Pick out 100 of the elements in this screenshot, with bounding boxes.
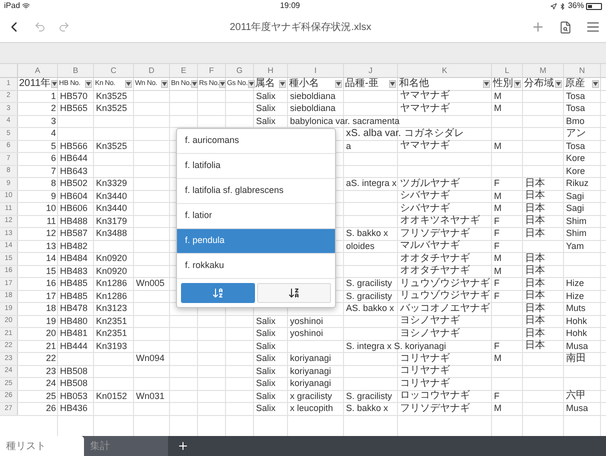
filter-dropdown-icon[interactable] xyxy=(125,80,132,88)
cell-text: コリヤナギ xyxy=(400,354,450,364)
cell-text: Bmo xyxy=(566,116,585,126)
filter-option[interactable]: f. pendula xyxy=(177,229,335,254)
cell-text: F xyxy=(494,392,500,401)
wifi-icon xyxy=(22,2,30,10)
filter-dropdown-icon[interactable] xyxy=(514,80,521,88)
battery-percentage: 36% xyxy=(568,0,584,12)
cell-text: 7 xyxy=(50,166,56,176)
filter-dropdown-icon[interactable] xyxy=(279,80,286,88)
cell-text: 25 xyxy=(46,392,56,401)
filter-dropdown-icon[interactable] xyxy=(389,80,396,88)
add-sheet-icon[interactable] xyxy=(177,440,189,452)
cell-text: HB502 xyxy=(60,179,88,188)
cell-text: HB565 xyxy=(60,104,88,114)
add-icon[interactable] xyxy=(531,20,545,34)
filter-dropdown-icon[interactable] xyxy=(483,80,490,88)
cell-text: リュウゾウジヤナギ xyxy=(400,278,490,289)
cell-text: 日本 xyxy=(525,328,545,339)
column-letter: E xyxy=(180,64,186,76)
cell-text: F xyxy=(494,179,500,188)
column-letter: K xyxy=(442,64,448,76)
cell-text: Musa xyxy=(566,342,588,351)
filter-dropdown-icon[interactable] xyxy=(592,80,599,88)
cell-text: AS. bakko x xyxy=(346,304,394,314)
cell-text: HB570 xyxy=(60,92,88,101)
cell-text: 3 xyxy=(50,116,56,126)
cell-text: 日本 xyxy=(525,216,545,226)
cell-text: Rikuz xyxy=(566,179,589,188)
cell-text: HB643 xyxy=(60,166,88,176)
cell-text: 日本 xyxy=(525,191,545,202)
cell-text: Kn2351 xyxy=(96,329,128,338)
cell-text: オオタチヤナギ xyxy=(400,266,470,276)
filter-dropdown-icon[interactable] xyxy=(50,80,58,88)
filter-dropdown-icon[interactable] xyxy=(555,80,562,88)
sheet-tab[interactable]: 種リスト xyxy=(0,436,84,456)
cell-text: HB488 xyxy=(60,216,88,226)
cell-text: 11 xyxy=(46,216,56,226)
cell-text: 20 xyxy=(46,329,56,338)
cell-text: ツガルヤナギ xyxy=(400,178,460,189)
cell-text: HB508 xyxy=(60,366,88,376)
document-search-icon[interactable] xyxy=(559,20,572,34)
cell-text: 日本 xyxy=(525,228,545,239)
cell-text: 22 xyxy=(46,354,56,364)
cell-text: 17 xyxy=(46,292,56,301)
filter-option[interactable]: f. rokkaku xyxy=(177,254,335,279)
cell-text: Salix xyxy=(256,379,276,388)
filter-dropdown-icon[interactable] xyxy=(85,80,92,88)
cell-text: ヤマヤナギ xyxy=(400,91,450,102)
cell-text: HB566 xyxy=(60,142,88,151)
filter-dropdown-icon[interactable] xyxy=(191,80,198,88)
cell-text: マルバヤナギ xyxy=(400,241,460,252)
filter-dropdown-icon[interactable] xyxy=(219,80,226,88)
cell-text: 日本 xyxy=(525,204,545,214)
cell-text: Wn031 xyxy=(136,392,165,401)
cell-text: Tosa xyxy=(566,92,586,101)
sort-button[interactable] xyxy=(181,283,255,303)
cell-text: M xyxy=(494,266,502,276)
filter-option[interactable]: f. latifolia sf. glabrescens xyxy=(177,179,335,204)
cell-text: 21 xyxy=(46,342,56,351)
filter-option[interactable]: f. auricomans xyxy=(177,129,335,154)
cell-text: Kn3193 xyxy=(96,342,128,351)
cell-text: Sagi xyxy=(566,192,584,201)
filter-dropdown-icon[interactable] xyxy=(161,80,168,88)
cell-text: HB606 xyxy=(60,204,88,214)
cell-text: HB485 xyxy=(60,292,88,301)
cell-text: Kn3329 xyxy=(96,179,128,188)
header-cell-text: 分布域 xyxy=(524,78,554,89)
cell-text: フリソデヤナギ xyxy=(400,228,470,239)
cell-text: HB444 xyxy=(60,342,88,351)
cell-text: Kn2351 xyxy=(96,316,128,326)
cell-text: HB436 xyxy=(60,404,88,414)
column-letter: H xyxy=(268,64,274,76)
cell-text: 15 xyxy=(46,266,56,276)
cell-text: Salix xyxy=(256,392,276,401)
cell-text: Kn3123 xyxy=(96,304,128,314)
cell-text: F xyxy=(494,229,500,238)
header-cell-text: 属名 xyxy=(255,78,275,89)
cell-text: x leucopith xyxy=(290,404,334,414)
cell-text: Shim xyxy=(566,216,587,226)
cell-text: M xyxy=(494,142,502,151)
filter-dropdown-icon[interactable] xyxy=(335,80,342,88)
cell-text: 8 xyxy=(50,179,56,188)
cell-text: 6 xyxy=(50,154,56,164)
cell-text: sieboldiana xyxy=(290,92,336,101)
cell-text: Salix xyxy=(256,316,276,326)
cell-text: Salix xyxy=(256,342,276,351)
cell-text: シバヤナギ xyxy=(400,191,450,202)
column-letter: F xyxy=(209,64,214,76)
cell-text: Kn1286 xyxy=(96,292,128,301)
filter-dropdown-icon[interactable] xyxy=(248,80,255,88)
cell-text: ヨシノヤナギ xyxy=(400,316,460,326)
cell-text: バッコオノエヤナギ xyxy=(400,304,490,314)
cell-text: アン xyxy=(566,128,586,139)
cell-text: HB484 xyxy=(60,254,88,264)
column-letter: B xyxy=(72,64,78,76)
filter-option[interactable]: f. latifolia xyxy=(177,154,335,179)
cell-text: 日本 xyxy=(525,266,545,276)
cell-text: Kn0920 xyxy=(96,266,128,276)
menu-icon[interactable] xyxy=(586,20,600,34)
